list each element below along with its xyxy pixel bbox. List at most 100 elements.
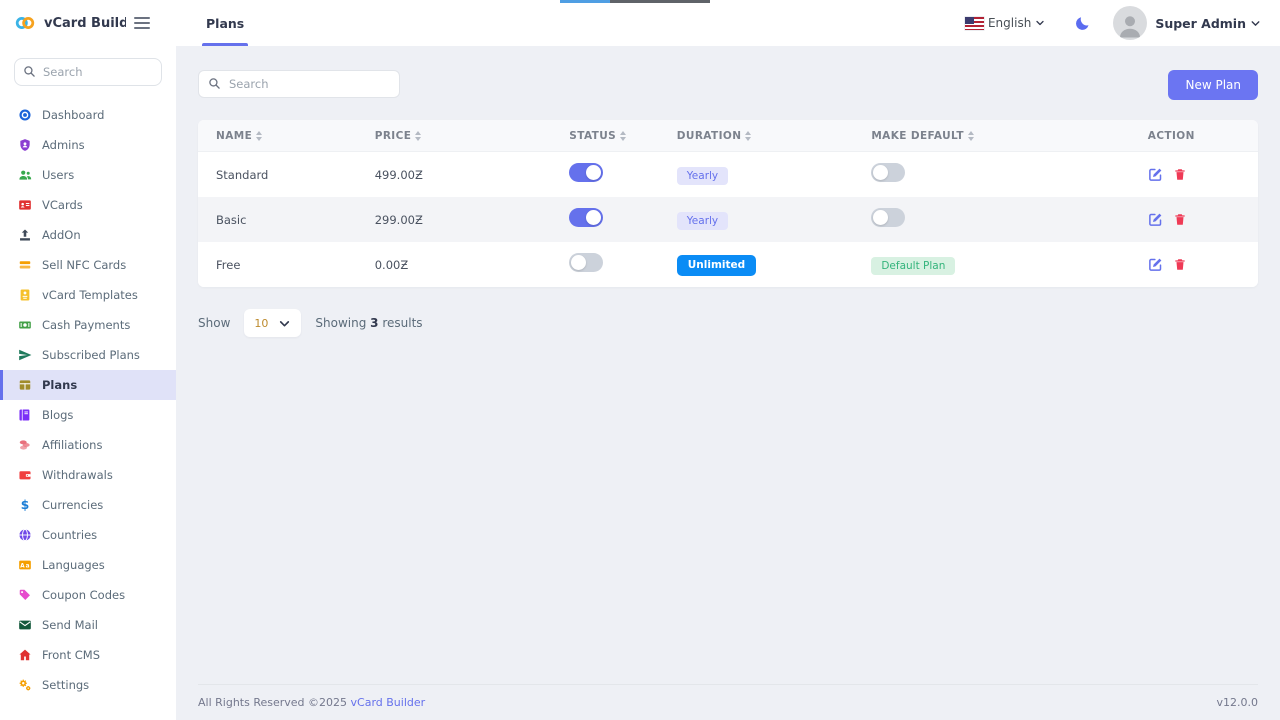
sidebar-item-label: VCards <box>42 198 83 212</box>
column-header-duration[interactable]: DURATION <box>677 130 872 142</box>
person-icon <box>1115 10 1145 40</box>
sidebar-item-send-mail[interactable]: Send Mail <box>0 610 176 640</box>
column-header-price[interactable]: PRICE <box>375 130 570 142</box>
sidebar-item-blogs[interactable]: Blogs <box>0 400 176 430</box>
upload-icon <box>17 228 32 243</box>
chevron-down-icon <box>278 317 291 330</box>
footer-brand-link[interactable]: vCard Builder <box>351 696 426 709</box>
gears-icon <box>17 678 32 693</box>
hamburger-menu-icon[interactable] <box>134 17 150 29</box>
column-header-action[interactable]: ACTION <box>1148 130 1240 142</box>
main-content: New Plan NAME PRICE STATUS DURATION MAKE… <box>176 46 1280 720</box>
topbar: vCard Builde... Plans English <box>0 0 1280 46</box>
wallet-icon <box>17 468 32 483</box>
per-page-select[interactable]: 10 <box>244 309 301 337</box>
cash-icon <box>17 318 32 333</box>
sidebar-item-subscribed-plans[interactable]: Subscribed Plans <box>0 340 176 370</box>
tab-label: Plans <box>206 16 244 31</box>
sidebar-item-affiliations[interactable]: Affiliations <box>0 430 176 460</box>
edit-button[interactable] <box>1148 257 1163 272</box>
show-label: Show <box>198 316 230 330</box>
dark-mode-toggle[interactable] <box>1074 15 1091 32</box>
sidebar-item-label: Countries <box>42 528 97 542</box>
content-toolbar: New Plan <box>198 70 1258 100</box>
sidebar-item-admins[interactable]: Admins <box>0 130 176 160</box>
make-default-toggle[interactable] <box>871 163 905 182</box>
status-toggle[interactable] <box>569 208 603 227</box>
delete-button[interactable] <box>1173 212 1187 227</box>
column-header-status[interactable]: STATUS <box>569 130 677 142</box>
shield-icon <box>17 138 32 153</box>
status-toggle[interactable] <box>569 163 603 182</box>
dollar-icon: $ <box>17 498 32 513</box>
column-header-make-default[interactable]: MAKE DEFAULT <box>871 130 1147 142</box>
table-row: Standard 499.00Ƶ Yearly <box>198 152 1258 197</box>
column-label: PRICE <box>375 130 412 142</box>
sidebar-item-label: Front CMS <box>42 648 100 662</box>
table-row: Free 0.00Ƶ Unlimited Default Plan <box>198 242 1258 287</box>
coins-icon <box>17 438 32 453</box>
sidebar-item-dashboard[interactable]: Dashboard <box>0 100 176 130</box>
sidebar-item-users[interactable]: Users <box>0 160 176 190</box>
plan-name: Free <box>216 258 375 272</box>
pagination: Show 10 Showing 3 results <box>198 309 1258 337</box>
sidebar-menu: Dashboard Admins Users VCards AddOn Sell… <box>0 100 176 700</box>
table-search-input[interactable] <box>198 70 400 98</box>
plan-price: 0.00Ƶ <box>375 258 570 272</box>
sidebar-item-label: Cash Payments <box>42 318 130 332</box>
sidebar-item-cash-payments[interactable]: Cash Payments <box>0 310 176 340</box>
sidebar-item-front-cms[interactable]: Front CMS <box>0 640 176 670</box>
language-selector[interactable]: English <box>965 16 1046 30</box>
mail-icon <box>17 618 32 633</box>
duration-badge: Yearly <box>677 212 728 231</box>
sidebar-item-coupon-codes[interactable]: Coupon Codes <box>0 580 176 610</box>
sidebar-item-currencies[interactable]: $ Currencies <box>0 490 176 520</box>
app-version: v12.0.0 <box>1217 696 1259 709</box>
tab-plans[interactable]: Plans <box>206 0 244 46</box>
plan-name: Standard <box>216 168 375 182</box>
column-label: STATUS <box>569 130 616 142</box>
sidebar-item-label: Settings <box>42 678 89 692</box>
sidebar-item-countries[interactable]: Countries <box>0 520 176 550</box>
sidebar-item-addon[interactable]: AddOn <box>0 220 176 250</box>
sidebar-item-label: Sell NFC Cards <box>42 258 126 272</box>
summary-suffix: results <box>382 316 422 330</box>
make-default-cell: Default Plan <box>871 254 1147 276</box>
sidebar-item-label: Subscribed Plans <box>42 348 140 362</box>
sidebar-item-label: Users <box>42 168 74 182</box>
copyright-text: All Rights Reserved ©2025 <box>198 696 347 709</box>
sidebar-item-vcard-templates[interactable]: vCard Templates <box>0 280 176 310</box>
sidebar-item-settings[interactable]: Settings <box>0 670 176 700</box>
svg-text:A: A <box>20 563 25 569</box>
sidebar-item-label: Languages <box>42 558 105 572</box>
table-row: Basic 299.00Ƶ Yearly <box>198 197 1258 242</box>
sidebar-item-plans[interactable]: Plans <box>0 370 176 400</box>
new-plan-button[interactable]: New Plan <box>1168 70 1258 100</box>
column-label: NAME <box>216 130 252 142</box>
sidebar-item-languages[interactable]: Aa Languages <box>0 550 176 580</box>
make-default-toggle[interactable] <box>871 208 905 227</box>
delete-button[interactable] <box>1173 167 1187 182</box>
make-default-cell <box>871 163 1147 186</box>
plan-name: Basic <box>216 213 375 227</box>
search-icon <box>208 77 221 90</box>
tab-active-underline <box>202 43 248 46</box>
summary-prefix: Showing <box>315 316 366 330</box>
column-header-name[interactable]: NAME <box>216 130 375 142</box>
sidebar-item-vcards[interactable]: VCards <box>0 190 176 220</box>
status-toggle[interactable] <box>569 253 603 272</box>
column-label: MAKE DEFAULT <box>871 130 964 142</box>
svg-text:a: a <box>25 563 29 569</box>
results-summary: Showing 3 results <box>315 316 422 330</box>
sort-icon <box>256 131 262 141</box>
sidebar-item-withdrawals[interactable]: Withdrawals <box>0 460 176 490</box>
delete-button[interactable] <box>1173 257 1187 272</box>
sidebar-search-input[interactable] <box>14 58 162 86</box>
sidebar-item-label: Currencies <box>42 498 103 512</box>
user-menu[interactable]: Super Admin <box>1113 6 1262 40</box>
sidebar-item-label: AddOn <box>42 228 81 242</box>
globe-icon <box>17 528 32 543</box>
edit-button[interactable] <box>1148 167 1163 182</box>
edit-button[interactable] <box>1148 212 1163 227</box>
sidebar-item-sell-nfc-cards[interactable]: Sell NFC Cards <box>0 250 176 280</box>
